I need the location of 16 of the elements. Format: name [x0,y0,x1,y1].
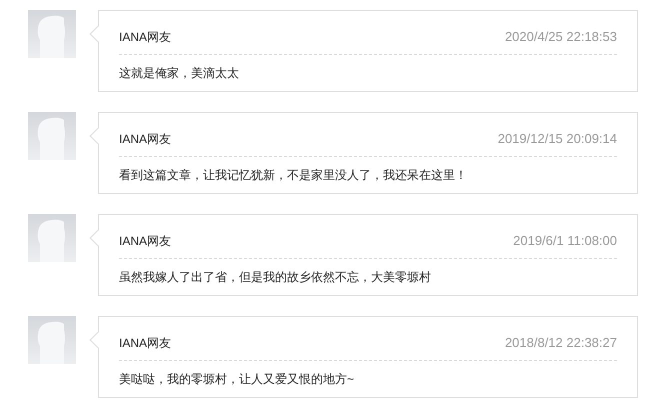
comment-text: 美哒哒，我的零塬村，让人又爱又恨的地方~ [119,370,356,388]
avatar-icon [28,214,76,262]
comment-time: 2019/6/1 11:08:00 [513,232,617,250]
username: IANA网友 [119,334,172,352]
avatar-icon [28,10,76,58]
avatar-icon [28,316,76,364]
username: IANA网友 [119,28,172,46]
username: IANA网友 [119,130,172,148]
comment-time: 2018/8/12 22:38:27 [504,334,617,352]
comment-time: 2020/4/25 22:18:53 [504,28,617,46]
comment-time: 2019/12/15 20:09:14 [498,130,617,148]
comment-text: 这就是俺家，美滴太太 [119,64,240,82]
comment-text: 看到这篇文章，让我记忆犹新，不是家里没人了，我还呆在这里！ [119,166,468,184]
comment-text: 虽然我嫁人了出了省，但是我的故乡依然不忘，大美零塬村 [119,268,432,286]
avatar-icon [28,112,76,160]
username: IANA网友 [119,232,172,250]
